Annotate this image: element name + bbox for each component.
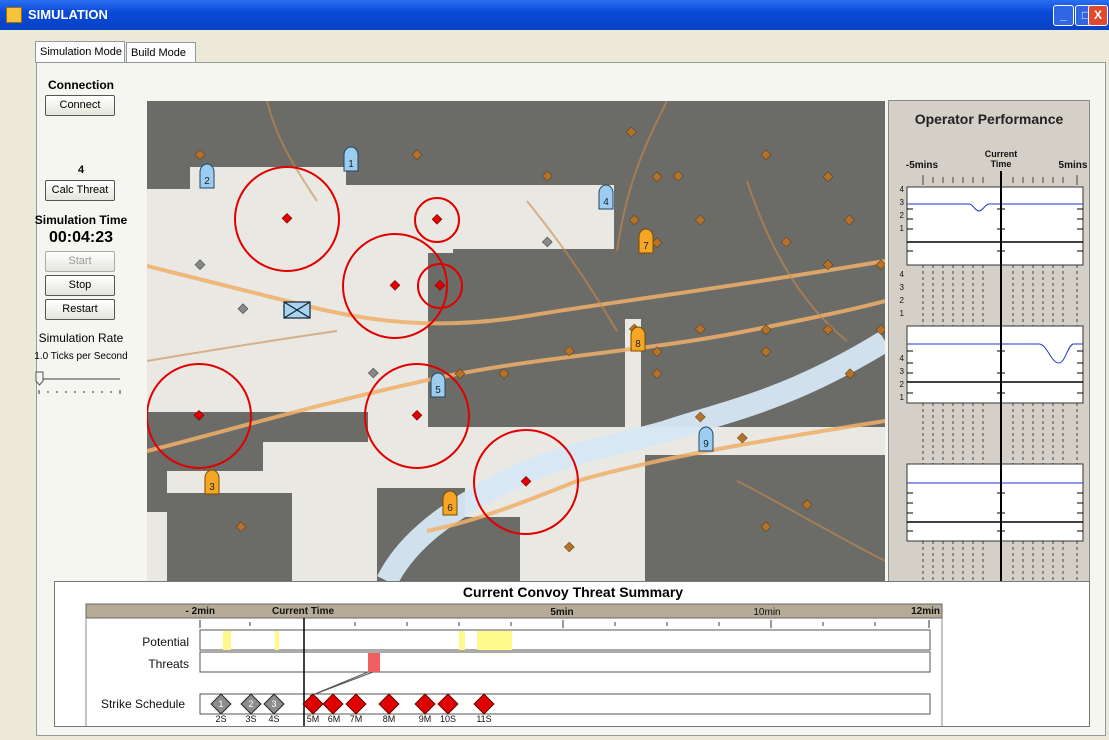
svg-text:1: 1 — [348, 159, 354, 170]
timeline-12min: 12min — [911, 606, 940, 617]
timeline-10min: 10min — [753, 607, 780, 618]
restart-button[interactable]: Restart — [45, 299, 115, 320]
svg-text:2: 2 — [248, 699, 253, 709]
svg-text:3: 3 — [900, 283, 905, 292]
svg-text:6: 6 — [447, 503, 453, 514]
simulation-map[interactable]: 1 2 4 5 9 3 6 7 8 — [147, 101, 885, 581]
svg-text:2: 2 — [900, 296, 905, 305]
potential-label: Potential — [142, 635, 189, 649]
app-icon — [6, 7, 22, 23]
strike-red-labels: 5M 6M 7M 8M 9M 10S 11S — [307, 714, 492, 724]
performance-graphs: -5mins Current Time 5mins 4 3 2 1 4321 4321 — [900, 149, 1088, 581]
svg-text:11S: 11S — [476, 714, 491, 724]
start-button[interactable]: Start — [45, 251, 115, 272]
timeline-minus-2: - 2min — [186, 606, 215, 617]
performance-graph-2 — [906, 325, 1084, 404]
slider-thumb[interactable] — [35, 371, 44, 386]
svg-text:2: 2 — [900, 380, 905, 389]
minimize-button[interactable]: _ — [1053, 5, 1074, 26]
calc-threat-button[interactable]: Calc Threat — [45, 180, 115, 201]
close-button[interactable]: X — [1088, 5, 1108, 26]
ticks-per-second-label: 1.0 Ticks per Second — [34, 351, 128, 362]
convoy-threat-summary: Current Convoy Threat Summary - 2min Cur… — [54, 581, 1090, 727]
threat-count: 4 — [77, 164, 85, 176]
svg-text:8: 8 — [635, 339, 641, 350]
threat-timeline: - 2min Current Time 5min 10min 12min Pot… — [85, 603, 943, 726]
connection-label: Connection — [48, 78, 114, 92]
svg-text:2: 2 — [900, 211, 905, 220]
svg-text:4: 4 — [900, 270, 905, 279]
timeline-current-time: Current Time — [272, 606, 334, 617]
svg-text:4: 4 — [900, 185, 905, 194]
uav-2[interactable]: 2 — [199, 163, 215, 189]
svg-text:4: 4 — [603, 197, 609, 208]
threats-label: Threats — [148, 657, 189, 671]
uav-9[interactable]: 9 — [698, 426, 714, 452]
svg-text:10S: 10S — [440, 714, 456, 724]
performance-graph-3 — [906, 463, 1084, 542]
uav-3[interactable]: 3 — [204, 469, 220, 495]
uav-7[interactable]: 7 — [638, 228, 654, 254]
svg-text:3S: 3S — [245, 714, 256, 724]
timeline-5min: 5min — [550, 607, 573, 618]
simulation-time-label: Simulation Time — [34, 213, 128, 227]
simulation-rate-label: Simulation Rate — [38, 331, 124, 345]
threat-segment — [368, 653, 380, 672]
svg-text:2S: 2S — [215, 714, 226, 724]
uav-4[interactable]: 4 — [598, 184, 614, 210]
svg-text:3: 3 — [209, 482, 215, 493]
threats-bar — [199, 651, 931, 673]
simulation-rate-slider[interactable] — [34, 370, 124, 400]
convoy-icon[interactable] — [283, 301, 311, 319]
current-label: Current — [985, 149, 1018, 159]
performance-graph-1 — [906, 186, 1084, 266]
plus-5-label: 5mins — [1059, 160, 1088, 171]
window-title: SIMULATION — [28, 7, 108, 22]
svg-text:8M: 8M — [383, 714, 396, 724]
svg-text:1: 1 — [900, 393, 905, 402]
svg-text:9: 9 — [703, 439, 709, 450]
svg-text:3: 3 — [271, 699, 276, 709]
stop-button[interactable]: Stop — [45, 275, 115, 296]
svg-text:5: 5 — [435, 385, 441, 396]
connect-button[interactable]: Connect — [45, 95, 115, 116]
svg-text:4S: 4S — [268, 714, 279, 724]
title-bar: SIMULATION _ □ X — [0, 0, 1109, 30]
potential-bar — [199, 629, 931, 651]
svg-text:6M: 6M — [328, 714, 341, 724]
time-label: Time — [991, 159, 1012, 169]
minus-5-label: -5mins — [906, 160, 939, 171]
tab-simulation-mode[interactable]: Simulation Mode — [35, 41, 125, 63]
svg-text:3: 3 — [900, 198, 905, 207]
uav-6[interactable]: 6 — [442, 490, 458, 516]
uav-1[interactable]: 1 — [343, 146, 359, 172]
svg-text:7: 7 — [643, 241, 649, 252]
svg-text:4: 4 — [900, 354, 905, 363]
svg-text:1: 1 — [900, 309, 905, 318]
uav-5[interactable]: 5 — [430, 372, 446, 398]
strike-schedule-label: Strike Schedule — [101, 697, 185, 711]
svg-text:5M: 5M — [307, 714, 320, 724]
uav-8[interactable]: 8 — [630, 326, 646, 352]
performance-y-axis: 4 3 2 1 4 3 2 1 4 3 2 1 — [900, 185, 905, 402]
svg-text:7M: 7M — [350, 714, 363, 724]
svg-text:9M: 9M — [419, 714, 432, 724]
simulation-time-value: 00:04:23 — [48, 229, 114, 246]
svg-text:2: 2 — [204, 176, 210, 187]
svg-text:1: 1 — [900, 224, 905, 233]
svg-text:1: 1 — [218, 699, 223, 709]
operator-performance-panel: Operator Performance -5mins Current Time… — [888, 100, 1090, 582]
svg-text:3: 3 — [900, 367, 905, 376]
tab-build-mode[interactable]: Build Mode — [126, 42, 196, 63]
